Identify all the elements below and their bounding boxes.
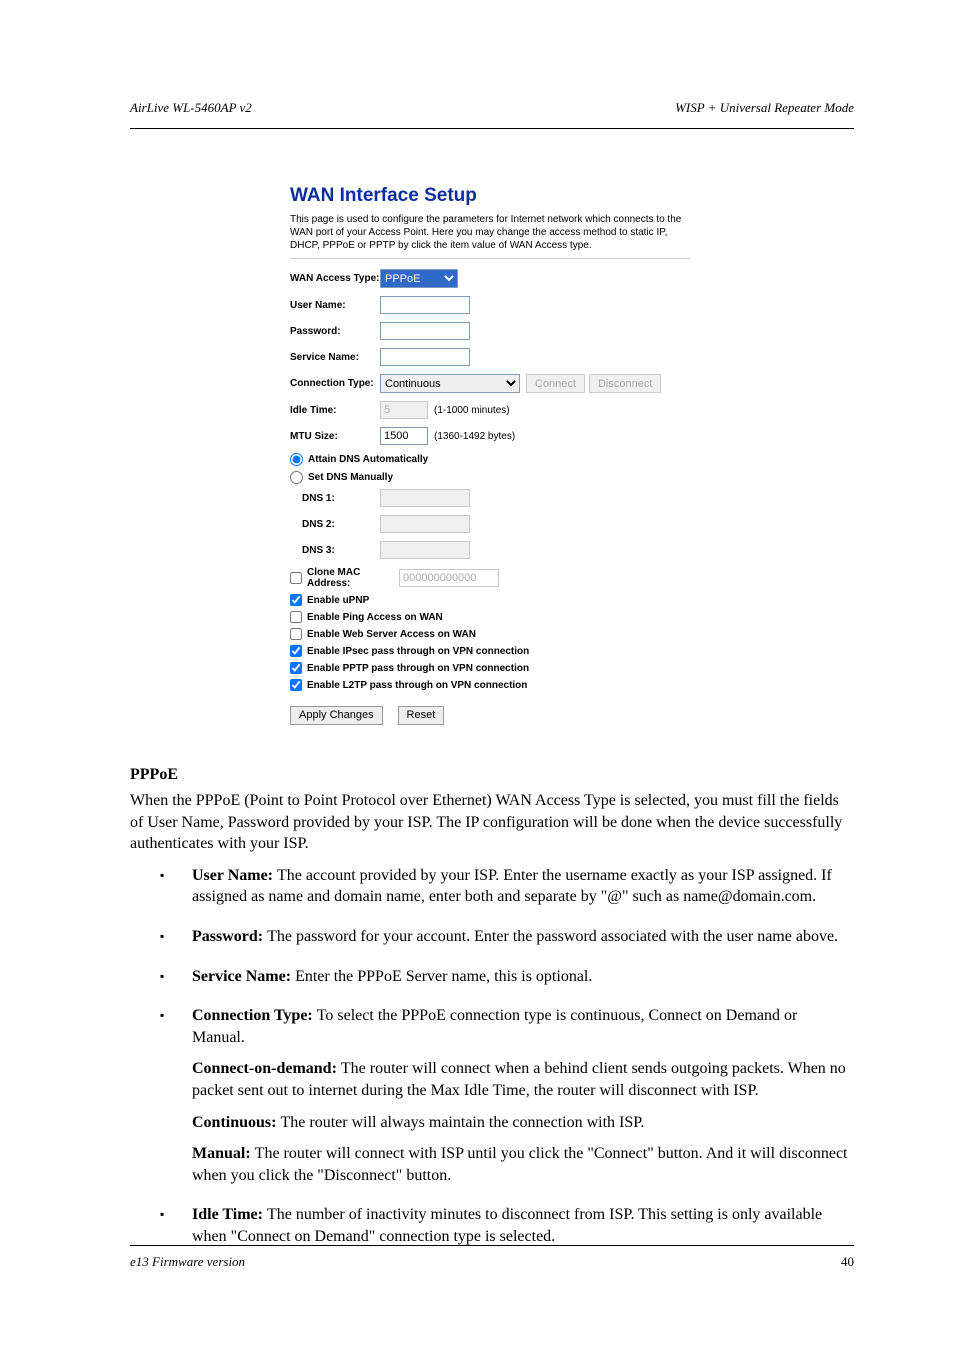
web-wan-label: Enable Web Server Access on WAN: [307, 629, 476, 640]
password-input[interactable]: [380, 322, 470, 340]
reset-button[interactable]: Reset: [398, 706, 445, 725]
idle-time-hint: (1-1000 minutes): [434, 405, 510, 416]
apply-changes-button[interactable]: Apply Changes: [290, 706, 383, 725]
bullet-password: Password: The password for your account.…: [160, 926, 854, 948]
service-name-label: Service Name:: [290, 352, 380, 363]
pppoe-heading: PPPoE: [130, 766, 854, 784]
l2tp-label: Enable L2TP pass through on VPN connecti…: [307, 680, 527, 691]
connection-type-label: Connection Type:: [290, 378, 380, 389]
header-product: AirLive WL-5460AP v2: [130, 100, 252, 116]
dns2-input[interactable]: [380, 515, 470, 533]
l2tp-checkbox[interactable]: [290, 679, 302, 691]
idle-time-input[interactable]: [380, 401, 428, 419]
bullet-idle-time: Idle Time: The number of inactivity minu…: [160, 1204, 854, 1247]
footer-version: e13 Firmware version: [130, 1254, 245, 1270]
pptp-checkbox[interactable]: [290, 662, 302, 674]
footer-page: 40: [841, 1254, 854, 1270]
ping-wan-checkbox[interactable]: [290, 611, 302, 623]
web-wan-checkbox[interactable]: [290, 628, 302, 640]
password-label: Password:: [290, 326, 380, 337]
disconnect-button[interactable]: Disconnect: [589, 374, 661, 393]
upnp-checkbox[interactable]: [290, 594, 302, 606]
ping-wan-label: Enable Ping Access on WAN: [307, 612, 443, 623]
idle-time-label: Idle Time:: [290, 405, 380, 416]
bullet-service-name: Service Name: Enter the PPPoE Server nam…: [160, 966, 854, 988]
dns3-label: DNS 3:: [302, 545, 380, 556]
pppoe-body: When the PPPoE (Point to Point Protocol …: [130, 790, 854, 855]
header-page-title: WISP + Universal Repeater Mode: [675, 100, 854, 116]
wan-access-type-select[interactable]: PPPoE: [380, 269, 458, 288]
user-name-label: User Name:: [290, 300, 380, 311]
mtu-size-input[interactable]: [380, 427, 428, 445]
dns-auto-label: Attain DNS Automatically: [308, 454, 428, 465]
upnp-label: Enable uPNP: [307, 595, 369, 606]
pptp-label: Enable PPTP pass through on VPN connecti…: [307, 663, 529, 674]
connection-type-select[interactable]: Continuous: [380, 374, 520, 393]
dns3-input[interactable]: [380, 541, 470, 559]
panel-title: WAN Interface Setup: [290, 185, 690, 207]
clone-mac-input[interactable]: [399, 569, 499, 587]
service-name-input[interactable]: [380, 348, 470, 366]
ipsec-checkbox[interactable]: [290, 645, 302, 657]
dns1-input[interactable]: [380, 489, 470, 507]
footer-divider: [130, 1245, 854, 1246]
dns1-label: DNS 1:: [302, 493, 380, 504]
body-text: PPPoE When the PPPoE (Point to Point Pro…: [130, 760, 854, 1266]
mtu-size-hint: (1360-1492 bytes): [434, 431, 515, 442]
dns-auto-radio[interactable]: [290, 453, 303, 466]
clone-mac-checkbox[interactable]: [290, 572, 302, 584]
wan-setup-panel: WAN Interface Setup This page is used to…: [290, 185, 690, 725]
bullet-user-name: User Name: The account provided by your …: [160, 865, 854, 908]
ipsec-label: Enable IPsec pass through on VPN connect…: [307, 646, 529, 657]
dns-manual-label: Set DNS Manually: [308, 472, 393, 483]
connect-button[interactable]: Connect: [526, 374, 585, 393]
mtu-size-label: MTU Size:: [290, 431, 380, 442]
dns2-label: DNS 2:: [302, 519, 380, 530]
user-name-input[interactable]: [380, 296, 470, 314]
wan-access-type-label: WAN Access Type:: [290, 273, 380, 284]
bullet-connection-type: Connection Type: To select the PPPoE con…: [160, 1005, 854, 1186]
clone-mac-label: Clone MAC Address:: [307, 567, 399, 589]
header-divider: [130, 128, 854, 129]
dns-manual-radio[interactable]: [290, 471, 303, 484]
panel-description: This page is used to configure the param…: [290, 213, 690, 259]
